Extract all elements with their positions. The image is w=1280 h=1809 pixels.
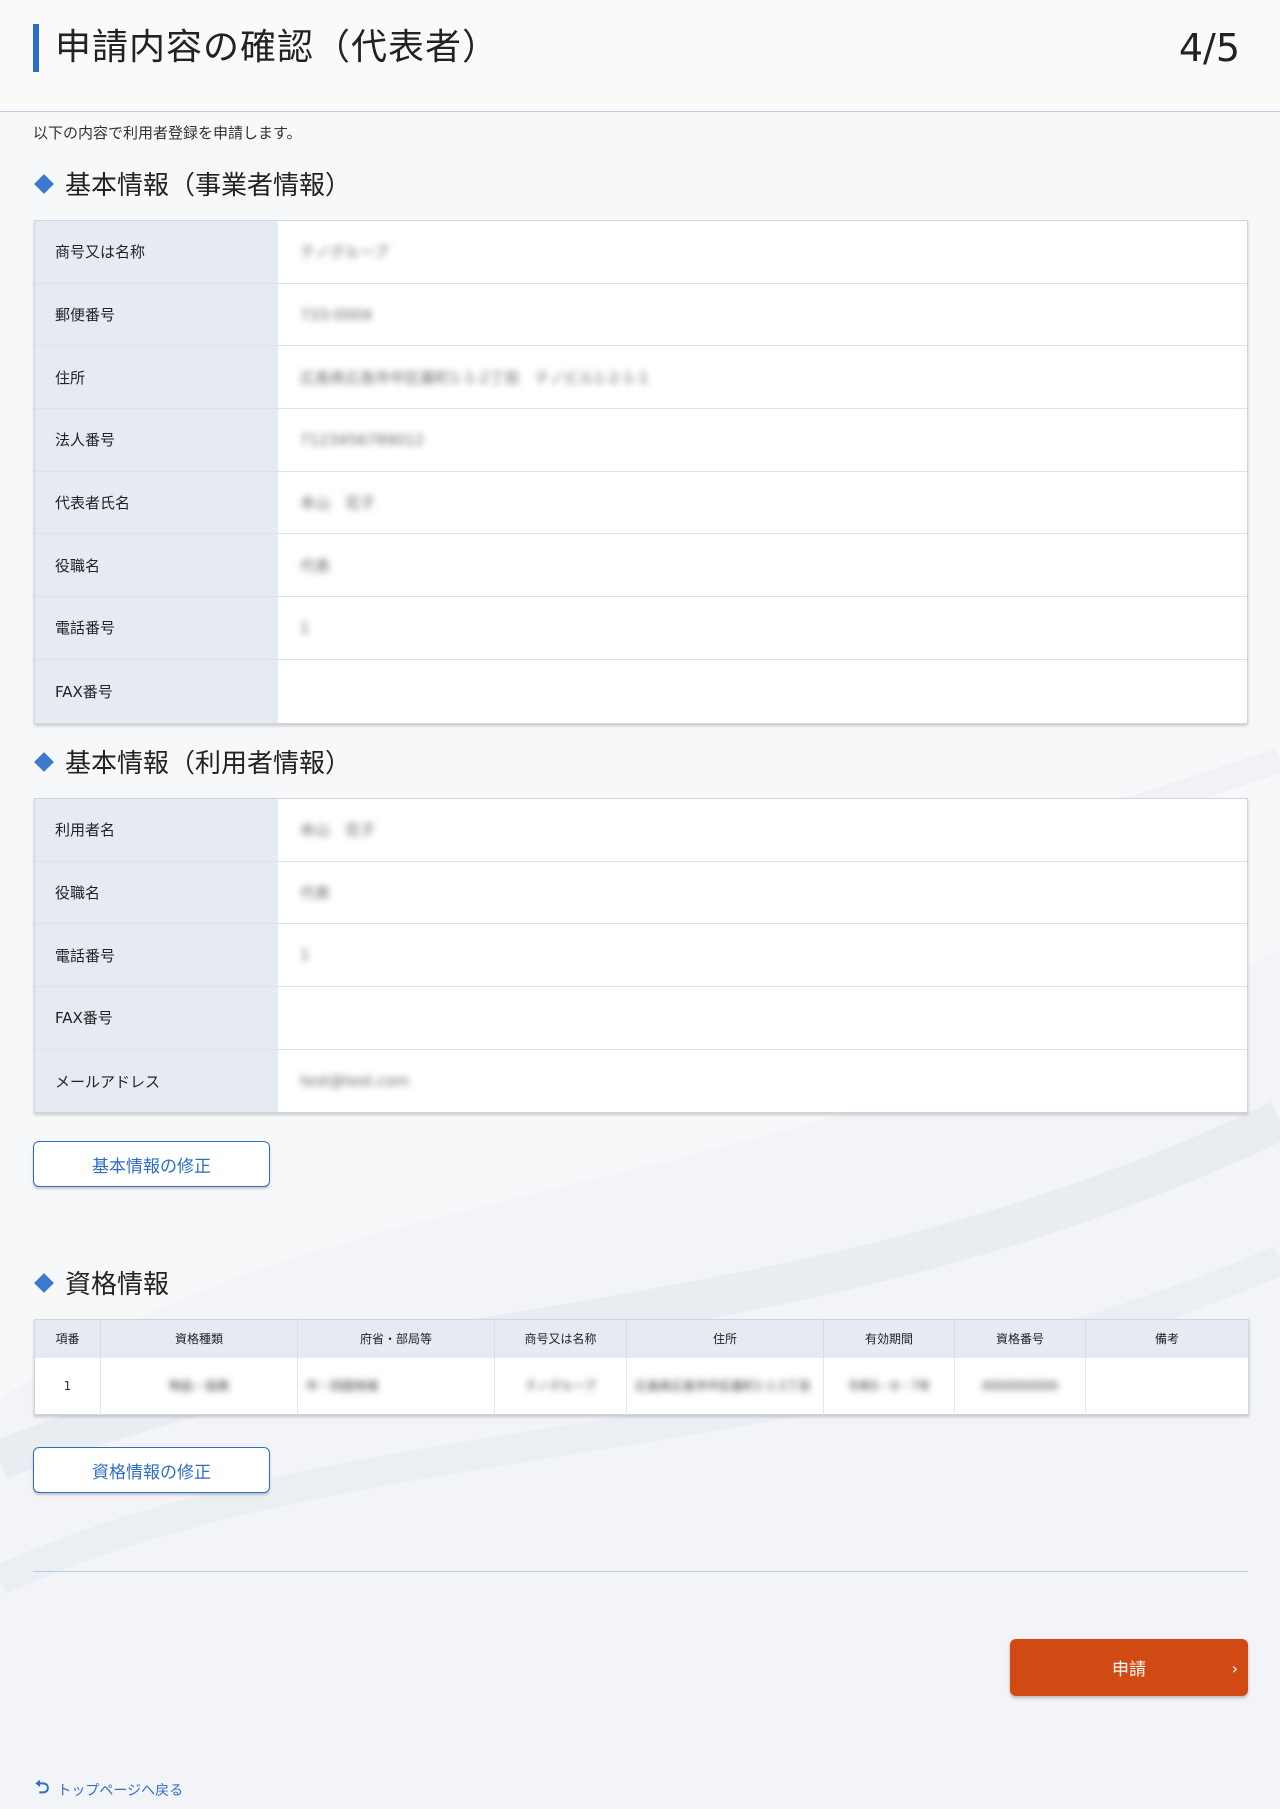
table-row: 1 物品・役務 中・四国地域 テノグループ 広島県広島市中区基町1-1-2丁目 …	[34, 1357, 1249, 1415]
business-info-table: 商号又は名称 テノグループ 郵便番号 733-0004 住所 広島県広島市中区基…	[34, 220, 1248, 724]
row-value: test@test.com	[300, 1072, 410, 1091]
chevron-right-icon: ›	[1231, 1659, 1238, 1678]
user-section-title-text: 基本情報（利用者情報）	[65, 749, 352, 779]
page-header: 申請内容の確認（代表者） 4/5	[0, 0, 1280, 112]
table-row: メールアドレス test@test.com	[35, 1049, 1247, 1113]
table-row: 役職名 代表	[35, 861, 1247, 925]
row-value: 代表	[300, 884, 331, 903]
row-value: テノグループ	[300, 243, 389, 262]
submit-button-label: 申請	[1112, 1660, 1146, 1680]
table-row: FAX番号	[35, 659, 1247, 723]
table-cell: 1	[34, 1357, 101, 1415]
header-accent-bar	[33, 24, 39, 72]
column-header: 資格種類	[100, 1319, 298, 1358]
submit-button[interactable]: 申請 ›	[1010, 1639, 1248, 1696]
column-header: 商号又は名称	[494, 1319, 627, 1358]
back-to-top-link[interactable]: ⮌ トップページへ戻る	[35, 1775, 183, 1805]
column-header: 住所	[626, 1319, 824, 1358]
column-header: 項番	[34, 1319, 101, 1358]
row-label: FAX番号	[35, 659, 278, 723]
row-value: 広島県広島市中区基町1-1-2丁目 テノビル1-2-1-1	[300, 368, 649, 387]
business-section-title-text: 基本情報（事業者情報）	[65, 171, 352, 201]
table-row: 商号又は名称 テノグループ	[35, 221, 1247, 284]
row-label: 住所	[35, 346, 278, 409]
table-row: 利用者名 本山 花子	[35, 799, 1247, 862]
row-value	[278, 660, 1247, 723]
row-label: FAX番号	[35, 987, 278, 1049]
divider	[33, 1571, 1248, 1572]
row-value: 本山 花子	[300, 821, 376, 840]
table-cell: 中・四国地域	[297, 1357, 495, 1415]
row-value: 7123456789012	[300, 430, 425, 449]
qualification-section-title-text: 資格情報	[65, 1270, 170, 1300]
return-arrow-icon: ⮌	[35, 1777, 50, 1798]
row-value: 1	[300, 618, 310, 637]
table-cell	[1086, 1358, 1249, 1415]
page: 申請内容の確認（代表者） 4/5 以下の内容で利用者登録を申請します。 基本情報…	[0, 0, 1280, 1799]
row-label: 商号又は名称	[35, 221, 278, 283]
table-header-row: 項番 資格種類 府省・部局等 商号又は名称 住所 有効期間 資格番号 備考	[34, 1319, 1249, 1358]
column-header: 府省・部局等	[297, 1319, 495, 1358]
row-value: 733-0004	[300, 305, 373, 324]
row-label: 法人番号	[35, 409, 278, 471]
table-row: 電話番号 1	[35, 597, 1247, 660]
table-row: FAX番号	[35, 987, 1247, 1050]
table-row: 法人番号 7123456789012	[35, 409, 1247, 472]
business-section-title: 基本情報（事業者情報）	[33, 165, 351, 202]
table-row: 役職名 代表	[35, 534, 1247, 598]
row-label: 電話番号	[35, 924, 278, 987]
table-cell: 物品・役務	[100, 1357, 298, 1415]
diamond-icon	[34, 173, 54, 194]
table-cell: テノグループ	[494, 1357, 627, 1415]
step-indicator: 4/5	[1178, 26, 1240, 70]
diamond-icon	[34, 1272, 54, 1293]
intro-text: 以下の内容で利用者登録を申請します。	[33, 124, 302, 142]
user-section-title: 基本情報（利用者情報）	[33, 743, 351, 780]
user-info-table: 利用者名 本山 花子 役職名 代表 電話番号 1 FAX番号 メールアドレス t…	[34, 798, 1248, 1114]
column-header: 資格番号	[954, 1319, 1086, 1358]
qualification-section-title: 資格情報	[33, 1264, 169, 1301]
column-header: 有効期間	[823, 1319, 955, 1358]
row-label: 役職名	[35, 861, 278, 924]
row-value: 代表	[300, 556, 331, 575]
page-title: 申請内容の確認（代表者）	[55, 27, 500, 68]
table-row: 電話番号 1	[35, 924, 1247, 988]
row-label: 代表者氏名	[35, 471, 278, 534]
table-cell: 広島県広島市中区基町1-1-2丁目	[626, 1357, 824, 1415]
edit-basic-info-button[interactable]: 基本情報の修正	[33, 1141, 270, 1187]
row-label: 利用者名	[35, 799, 278, 861]
table-cell: 0000000000	[954, 1357, 1086, 1415]
edit-qualification-button[interactable]: 資格情報の修正	[33, 1447, 270, 1493]
column-header: 備考	[1085, 1319, 1249, 1358]
row-label: 郵便番号	[35, 283, 278, 346]
row-label: 電話番号	[35, 597, 278, 659]
row-value	[278, 987, 1247, 1049]
qualification-table: 項番 資格種類 府省・部局等 商号又は名称 住所 有効期間 資格番号 備考 1 …	[34, 1319, 1249, 1415]
diamond-icon	[34, 751, 54, 772]
row-value: 本山 花子	[300, 494, 376, 513]
back-to-top-label: トップページへ戻る	[57, 1783, 184, 1799]
row-label: 役職名	[35, 534, 278, 597]
table-row: 代表者氏名 本山 花子	[35, 471, 1247, 535]
row-value: 1	[300, 946, 310, 965]
table-row: 郵便番号 733-0004	[35, 283, 1247, 347]
table-row: 住所 広島県広島市中区基町1-1-2丁目 テノビル1-2-1-1	[35, 346, 1247, 410]
table-cell: 令和5・6・7年	[823, 1357, 955, 1415]
row-label: メールアドレス	[35, 1049, 278, 1113]
